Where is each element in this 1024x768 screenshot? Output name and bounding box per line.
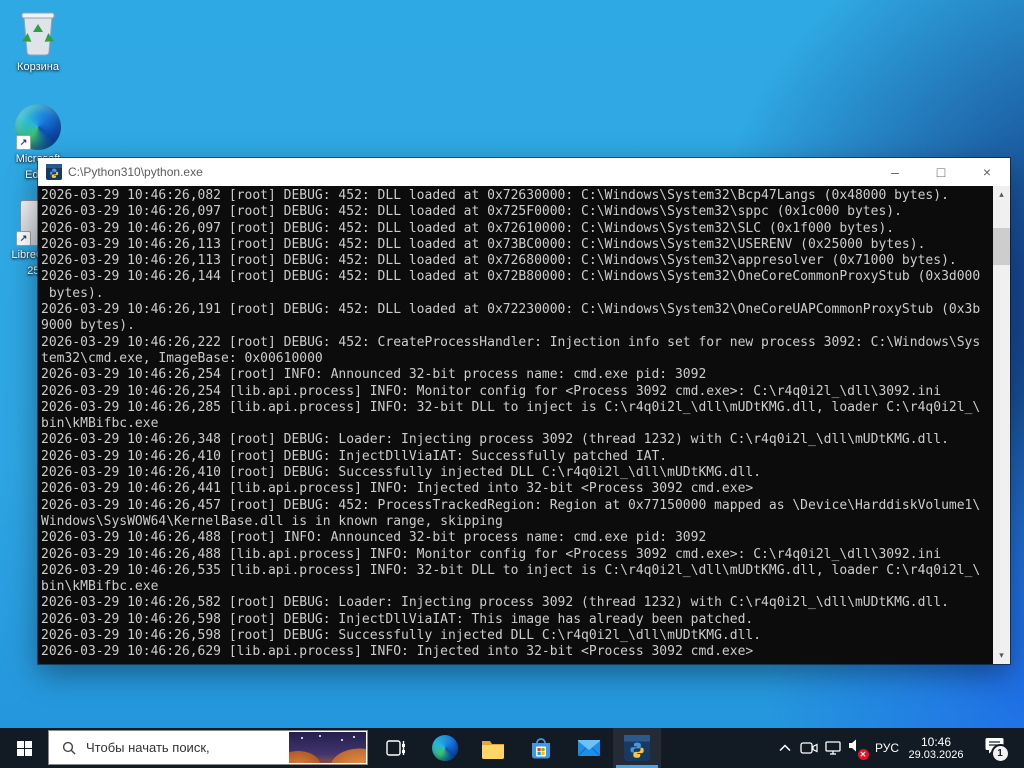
log-line: bin\kMBifbc.exe	[41, 416, 985, 432]
tray-volume-button[interactable]: ✕	[842, 728, 870, 768]
minimize-button[interactable]: –	[872, 158, 918, 186]
log-line: bin\kMBifbc.exe	[41, 579, 985, 595]
shortcut-arrow-icon: ↗	[16, 231, 31, 246]
log-line: 2026-03-29 10:46:26,582 [root] DEBUG: Lo…	[41, 595, 985, 611]
edge-icon: ↗	[0, 100, 76, 150]
scrollbar[interactable]: ▴ ▾	[993, 186, 1010, 664]
console-content[interactable]: 2026-03-29 10:46:26,082 [root] DEBUG: 45…	[38, 186, 1010, 664]
start-button[interactable]	[0, 728, 48, 768]
windows-logo-icon	[17, 741, 32, 756]
meet-now-icon	[800, 740, 818, 756]
log-line: 2026-03-29 10:46:26,598 [root] DEBUG: In…	[41, 612, 985, 628]
log-line: 2026-03-29 10:46:26,113 [root] DEBUG: 45…	[41, 253, 985, 269]
log-line: 2026-03-29 10:46:26,113 [root] DEBUG: 45…	[41, 237, 985, 253]
search-highlights-image[interactable]	[289, 732, 366, 763]
language-indicator: РУС	[875, 741, 899, 755]
log-line: 2026-03-29 10:46:26,488 [lib.api.process…	[41, 547, 985, 563]
scrollbar-thumb[interactable]	[993, 228, 1010, 265]
maximize-button[interactable]: □	[918, 158, 964, 186]
taskbar-store-button[interactable]	[517, 728, 565, 768]
log-line: 2026-03-29 10:46:26,457 [root] DEBUG: 45…	[41, 498, 985, 514]
log-line: 2026-03-29 10:46:26,348 [root] DEBUG: Lo…	[41, 432, 985, 448]
taskbar-edge-button[interactable]	[421, 728, 469, 768]
shortcut-arrow-icon: ↗	[16, 135, 31, 150]
taskbar-explorer-button[interactable]	[469, 728, 517, 768]
window-title: C:\Python310\python.exe	[68, 165, 203, 179]
log-line: 2026-03-29 10:46:26,191 [root] DEBUG: 45…	[41, 302, 985, 318]
log-line: bytes).	[41, 286, 985, 302]
log-line: 2026-03-29 10:46:26,254 [lib.api.process…	[41, 384, 985, 400]
log-line: 2026-03-29 10:46:26,488 [root] INFO: Ann…	[41, 530, 985, 546]
log-line: Windows\SysWOW64\KernelBase.dll is in kn…	[41, 514, 985, 530]
python-console-icon	[624, 735, 650, 761]
log-line: 2026-03-29 10:46:26,410 [root] DEBUG: In…	[41, 449, 985, 465]
log-line: 2026-03-29 10:46:26,254 [root] INFO: Ann…	[41, 367, 985, 383]
edge-icon	[432, 735, 458, 761]
clock-time: 10:46	[921, 735, 951, 749]
tray-clock[interactable]: 10:46 29.03.2026	[900, 728, 972, 768]
log-line: 9000 bytes).	[41, 318, 985, 334]
task-view-icon	[385, 737, 407, 759]
log-line: 2026-03-29 10:46:26,410 [root] DEBUG: Su…	[41, 465, 985, 481]
clock-date: 29.03.2026	[908, 749, 963, 762]
task-view-button[interactable]	[374, 728, 418, 768]
log-line: 2026-03-29 10:46:26,441 [lib.api.process…	[41, 481, 985, 497]
chevron-up-icon	[779, 744, 791, 752]
desktop-icon-recycle-bin[interactable]: Корзина	[0, 8, 76, 74]
taskbar: Чтобы начать поиск,	[0, 728, 1024, 768]
taskbar-python-console-button[interactable]	[613, 728, 661, 768]
log-line: 2026-03-29 10:46:26,222 [root] DEBUG: 45…	[41, 335, 985, 351]
log-line: 2026-03-29 10:46:26,285 [lib.api.process…	[41, 400, 985, 416]
desktop-icon-label: Корзина	[0, 61, 76, 74]
console-log: 2026-03-29 10:46:26,082 [root] DEBUG: 45…	[41, 188, 985, 662]
microsoft-store-icon	[528, 735, 554, 761]
tray-overflow-button[interactable]	[772, 728, 798, 768]
tray-language-button[interactable]: РУС	[872, 728, 902, 768]
log-line: tem32\cmd.exe, ImageBase: 0x00610000	[41, 351, 985, 367]
console-window: C:\Python310\python.exe – □ × 2026-03-29…	[38, 158, 1010, 664]
mail-icon	[576, 735, 602, 761]
log-line: 2026-03-29 10:46:26,144 [root] DEBUG: 45…	[41, 269, 985, 285]
scroll-up-icon[interactable]: ▴	[993, 186, 1010, 203]
tray-meet-now-button[interactable]	[796, 728, 822, 768]
taskbar-mail-button[interactable]	[565, 728, 613, 768]
search-placeholder: Чтобы начать поиск,	[86, 740, 210, 755]
log-line: 2026-03-29 10:46:26,598 [root] DEBUG: Su…	[41, 628, 985, 644]
log-line: 2026-03-29 10:46:26,097 [root] DEBUG: 45…	[41, 221, 985, 237]
notification-badge: 1	[991, 744, 1010, 763]
mute-x-icon: ✕	[858, 749, 869, 760]
search-icon	[62, 741, 76, 755]
close-button[interactable]: ×	[964, 158, 1010, 186]
python-console-icon	[46, 164, 62, 180]
log-line: 2026-03-29 10:46:26,097 [root] DEBUG: 45…	[41, 204, 985, 220]
log-line: 2026-03-29 10:46:26,535 [lib.api.process…	[41, 563, 985, 579]
network-ethernet-icon	[824, 740, 842, 756]
window-titlebar[interactable]: C:\Python310\python.exe – □ ×	[38, 158, 1010, 186]
desktop: Корзина ↗ Microsoft Edge ↗ LibreOffice 2…	[0, 0, 1024, 768]
action-center-button[interactable]: 1	[974, 728, 1014, 768]
search-box[interactable]: Чтобы начать поиск,	[48, 730, 368, 765]
recycle-bin-icon	[0, 8, 76, 58]
scroll-down-icon[interactable]: ▾	[993, 647, 1010, 664]
log-line: 2026-03-29 10:46:26,629 [lib.api.process…	[41, 644, 985, 660]
log-line: 2026-03-29 10:46:26,082 [root] DEBUG: 45…	[41, 188, 985, 204]
file-explorer-icon	[480, 735, 506, 761]
